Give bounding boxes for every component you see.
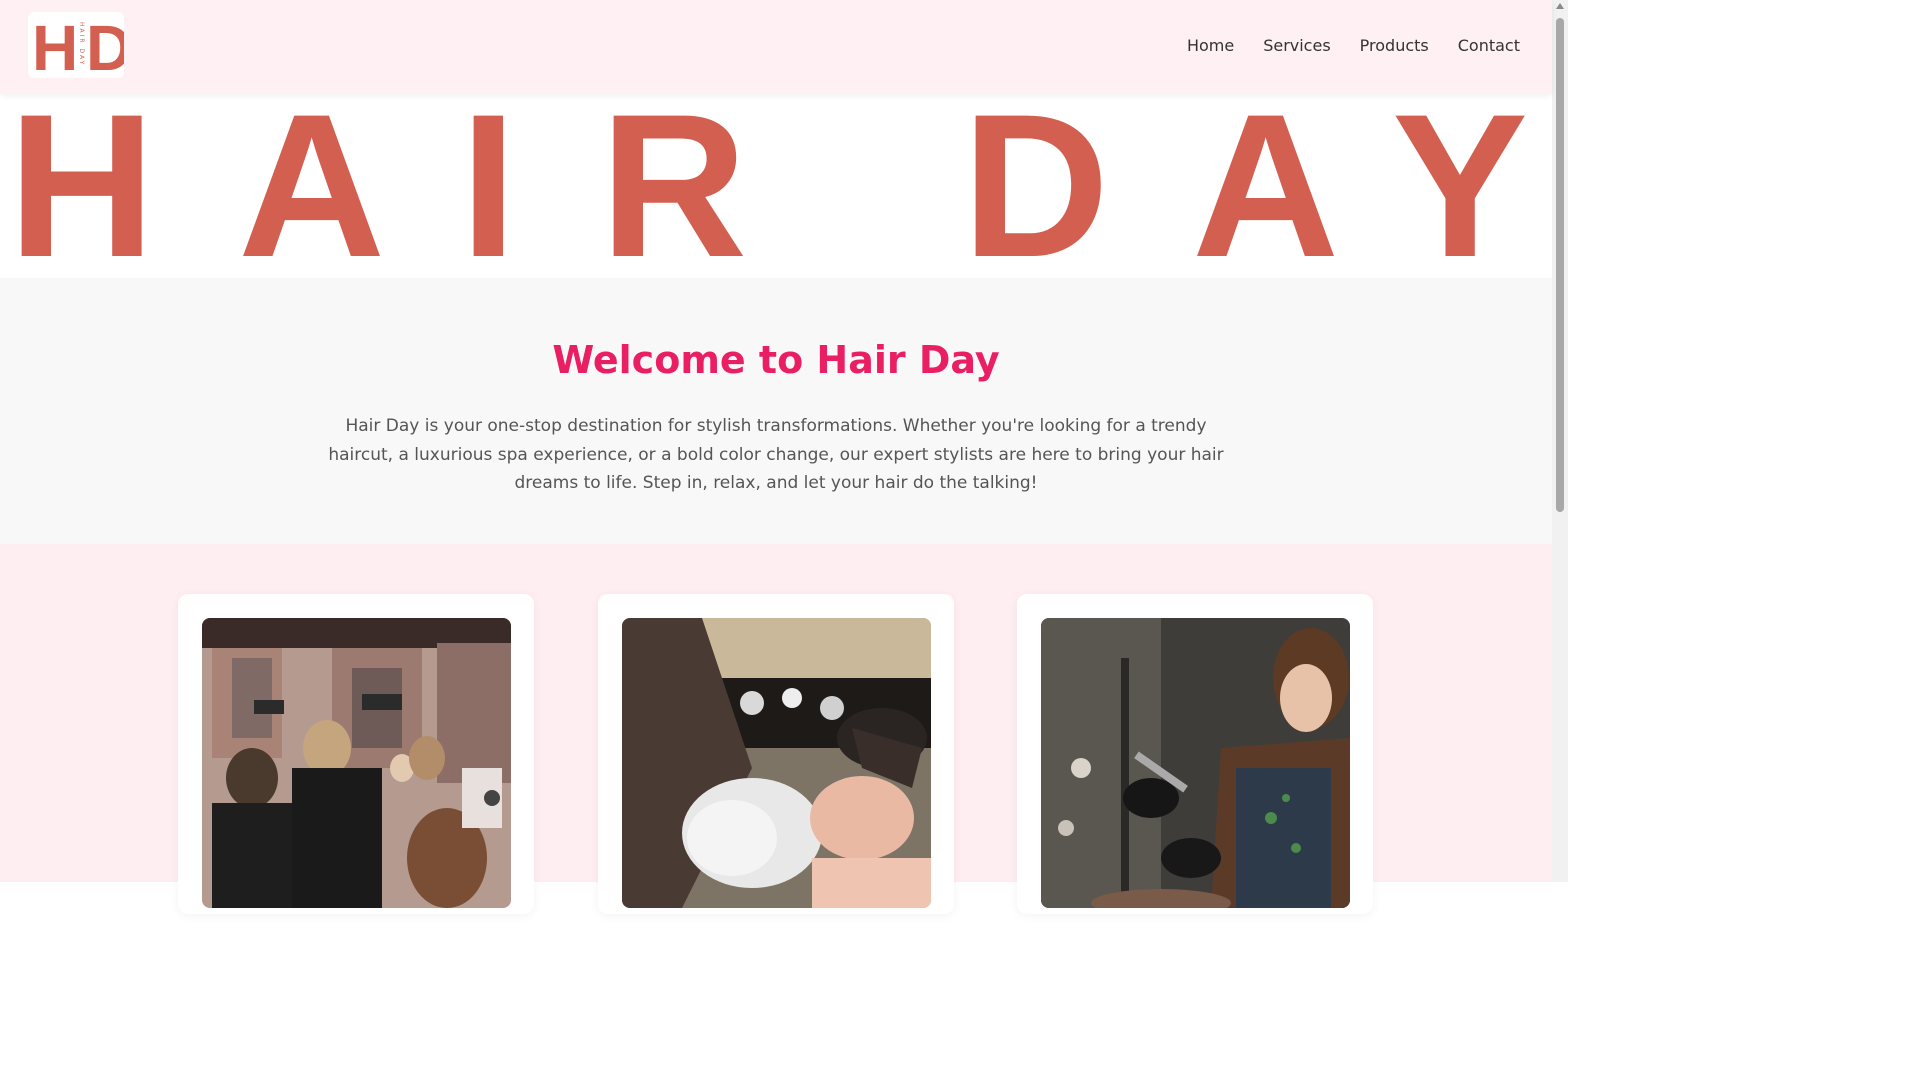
hero-title: H A I R D A Y xyxy=(0,94,1552,278)
hero-letter: A xyxy=(1192,94,1340,278)
site-header: H D HAIR DAY Home Services Products Cont… xyxy=(0,0,1552,94)
hero-letter: I xyxy=(460,94,517,278)
salon-stylists-photo xyxy=(202,618,511,908)
welcome-description: Hair Day is your one-stop destination fo… xyxy=(328,416,1224,493)
welcome-section: Welcome to Hair Day Hair Day is your one… xyxy=(0,278,1552,544)
service-card[interactable] xyxy=(598,594,954,914)
hero-letter: R xyxy=(600,94,748,278)
hair-washing-photo xyxy=(622,618,931,908)
nav-contact-link[interactable]: Contact xyxy=(1458,36,1520,55)
services-section xyxy=(0,544,1552,914)
hero-letter: A xyxy=(238,94,386,278)
scroll-up-arrow-icon[interactable] xyxy=(1556,3,1564,9)
service-card[interactable] xyxy=(178,594,534,914)
page-scrollbar[interactable] xyxy=(1552,0,1568,882)
main-nav: Home Services Products Contact xyxy=(1187,36,1520,55)
hero-letter: H xyxy=(8,94,156,278)
welcome-title: Welcome to Hair Day xyxy=(552,338,1000,382)
logo-letter-d: D xyxy=(86,12,124,78)
nav-services-link[interactable]: Services xyxy=(1263,36,1330,55)
hair-day-logo[interactable]: H D HAIR DAY xyxy=(28,12,124,78)
logo-vertical-text: HAIR DAY xyxy=(78,22,85,66)
nav-products-link[interactable]: Products xyxy=(1360,36,1429,55)
hair-coloring-photo xyxy=(1041,618,1350,908)
logo-letter-h: H xyxy=(32,12,78,78)
hero-letter: D xyxy=(962,94,1110,278)
hero-letter: Y xyxy=(1392,94,1529,278)
hero-banner: H A I R D A Y xyxy=(0,94,1552,278)
scrollbar-thumb[interactable] xyxy=(1556,18,1564,512)
nav-home-link[interactable]: Home xyxy=(1187,36,1234,55)
service-card[interactable] xyxy=(1017,594,1373,914)
